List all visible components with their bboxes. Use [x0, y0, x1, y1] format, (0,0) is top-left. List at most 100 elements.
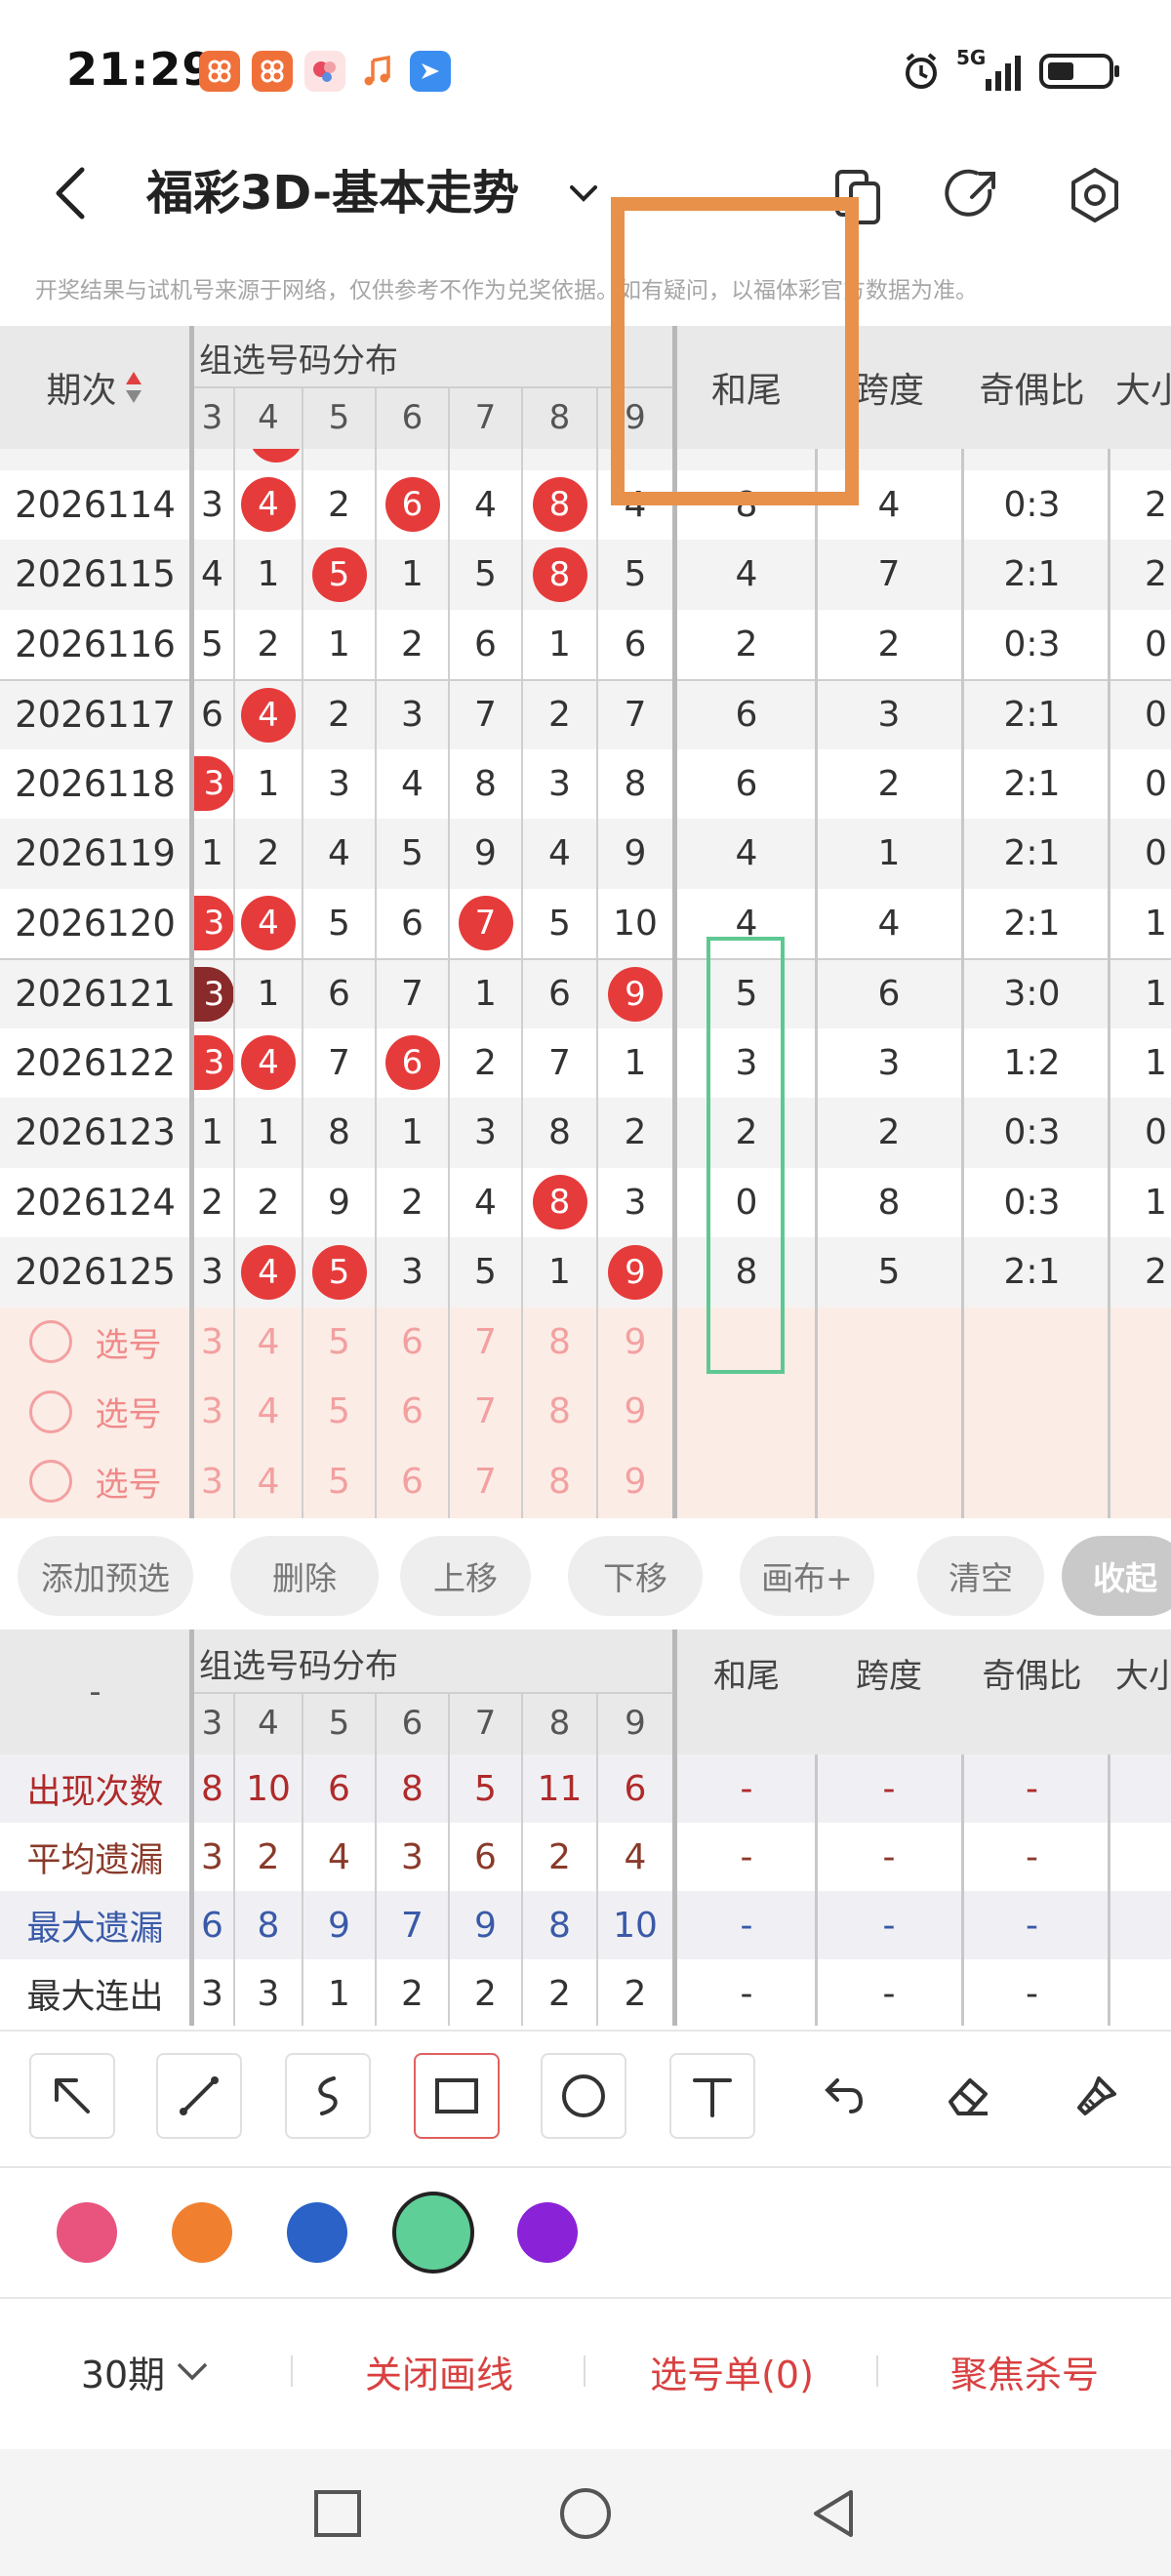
digit-cell[interactable]: 6	[303, 960, 376, 1028]
period-select[interactable]: 30期	[59, 2332, 234, 2410]
action-button[interactable]: 下移	[568, 1536, 703, 1616]
pick-digit-cell[interactable]: 8	[522, 1377, 597, 1447]
digit-cell[interactable]: 7	[449, 681, 522, 749]
rectangle-tool[interactable]	[414, 2053, 500, 2139]
digit-cell[interactable]: 4	[234, 681, 303, 749]
pick-digit-cell[interactable]: 7	[449, 1447, 522, 1517]
digit-cell[interactable]: 3	[303, 749, 376, 820]
digit-cell[interactable]: 9	[597, 960, 673, 1028]
digit-cell[interactable]: 9	[449, 819, 522, 889]
action-button[interactable]: 添加预选	[18, 1536, 193, 1616]
color-swatch[interactable]	[392, 2192, 474, 2274]
digit-cell[interactable]: 1	[234, 960, 303, 1028]
digit-cell[interactable]: 1	[597, 1028, 673, 1099]
pick-digit-cell[interactable]: 6	[376, 1308, 449, 1378]
digit-cell[interactable]: 3	[449, 1098, 522, 1168]
clear-brush-tool[interactable]	[1054, 2053, 1140, 2139]
digit-cell[interactable]: 4	[449, 470, 522, 541]
digit-cell[interactable]: 6	[376, 1028, 449, 1099]
digit-cell[interactable]: 7	[597, 681, 673, 749]
digit-cell[interactable]: 5	[303, 540, 376, 610]
pick-digit-cell[interactable]: 4	[234, 1308, 303, 1378]
pick-digit-cell[interactable]: 5	[303, 1377, 376, 1447]
digit-cell[interactable]: 2	[234, 819, 303, 889]
share-icon[interactable]	[935, 156, 1013, 234]
digit-cell[interactable]: 2	[376, 610, 449, 680]
drawn-rectangle-orange[interactable]	[611, 197, 859, 505]
digit-cell[interactable]: 8	[522, 470, 597, 541]
digit-cell[interactable]: 5	[303, 889, 376, 959]
digit-cell[interactable]: 1	[449, 960, 522, 1028]
pick-row-select[interactable]: 选号	[0, 1377, 190, 1447]
color-swatch[interactable]	[517, 2202, 578, 2263]
digit-cell[interactable]: 8	[522, 1098, 597, 1168]
digit-cell[interactable]: 10	[597, 889, 673, 959]
text-tool[interactable]	[669, 2053, 755, 2139]
digit-cell[interactable]: 5	[190, 610, 234, 680]
digit-cell[interactable]: 4	[234, 1237, 303, 1308]
pick-row-select[interactable]: 选号	[0, 1447, 190, 1517]
action-button[interactable]: 删除	[230, 1536, 379, 1616]
digit-cell[interactable]: 1	[190, 819, 234, 889]
pick-list-button[interactable]: 选号单(0)	[625, 2332, 839, 2410]
digit-cell[interactable]: 2	[597, 1098, 673, 1168]
digit-cell[interactable]: 9	[597, 819, 673, 889]
digit-cell[interactable]: 7	[449, 889, 522, 959]
pick-digit-cell[interactable]: 3	[190, 1447, 234, 1517]
digit-cell[interactable]: 4	[449, 1168, 522, 1238]
undo-tool[interactable]	[798, 2053, 884, 2139]
digit-cell[interactable]: 3	[376, 1237, 449, 1308]
home-button[interactable]	[556, 2484, 615, 2543]
digit-cell[interactable]: 4	[190, 540, 234, 610]
digit-cell[interactable]: 1	[303, 610, 376, 680]
pick-digit-cell[interactable]: 5	[303, 1447, 376, 1517]
action-button[interactable]: 清空	[917, 1536, 1044, 1616]
digit-cell[interactable]: 4	[234, 1028, 303, 1099]
digit-cell[interactable]: 5	[376, 819, 449, 889]
pick-digit-cell[interactable]: 8	[522, 1308, 597, 1378]
digit-cell[interactable]: 5	[449, 1237, 522, 1308]
action-button[interactable]: 画布+	[740, 1536, 874, 1616]
digit-cell[interactable]: 4	[376, 749, 449, 820]
digit-cell[interactable]: 7	[303, 1028, 376, 1099]
digit-cell[interactable]: 2	[234, 610, 303, 680]
digit-cell[interactable]: 6	[376, 889, 449, 959]
digit-cell[interactable]: 8	[522, 540, 597, 610]
digit-cell[interactable]: 6	[597, 610, 673, 680]
pick-digit-cell[interactable]: 3	[190, 1377, 234, 1447]
digit-cell[interactable]: 1	[376, 540, 449, 610]
pick-digit-cell[interactable]: 9	[597, 1447, 673, 1517]
digit-cell[interactable]: 3	[190, 1028, 234, 1099]
arrow-tool[interactable]	[29, 2053, 115, 2139]
digit-cell[interactable]: 2	[303, 681, 376, 749]
digit-cell[interactable]: 4	[522, 819, 597, 889]
pick-digit-cell[interactable]: 7	[449, 1308, 522, 1378]
pick-row-select[interactable]: 选号	[0, 1308, 190, 1378]
circle-tool[interactable]	[541, 2053, 626, 2139]
digit-cell[interactable]: 7	[522, 1028, 597, 1099]
digit-cell[interactable]: 3	[522, 749, 597, 820]
digit-cell[interactable]: 5	[303, 1237, 376, 1308]
digit-cell[interactable]: 3	[190, 1237, 234, 1308]
pick-digit-cell[interactable]: 4	[234, 1447, 303, 1517]
line-tool[interactable]	[156, 2053, 242, 2139]
digit-cell[interactable]: 6	[449, 610, 522, 680]
digit-cell[interactable]: 2	[190, 1168, 234, 1238]
digit-cell[interactable]: 1	[522, 1237, 597, 1308]
digit-cell[interactable]: 1	[234, 749, 303, 820]
drawn-rectangle-green[interactable]	[707, 937, 785, 1374]
pick-digit-cell[interactable]: 8	[522, 1447, 597, 1517]
digit-cell[interactable]: 2	[522, 681, 597, 749]
digit-cell[interactable]: 2	[449, 1028, 522, 1099]
action-button[interactable]: 上移	[400, 1536, 531, 1616]
pick-digit-cell[interactable]: 6	[376, 1447, 449, 1517]
digit-cell[interactable]: 1	[376, 1098, 449, 1168]
digit-cell[interactable]: 7	[376, 960, 449, 1028]
digit-cell[interactable]: 3	[190, 889, 234, 959]
back-nav-button[interactable]	[804, 2484, 863, 2543]
back-button[interactable]	[39, 154, 107, 232]
pick-digit-cell[interactable]: 3	[190, 1308, 234, 1378]
digit-cell[interactable]: 3	[190, 470, 234, 541]
chevron-down-icon[interactable]	[564, 174, 603, 213]
digit-cell[interactable]: 9	[303, 1168, 376, 1238]
